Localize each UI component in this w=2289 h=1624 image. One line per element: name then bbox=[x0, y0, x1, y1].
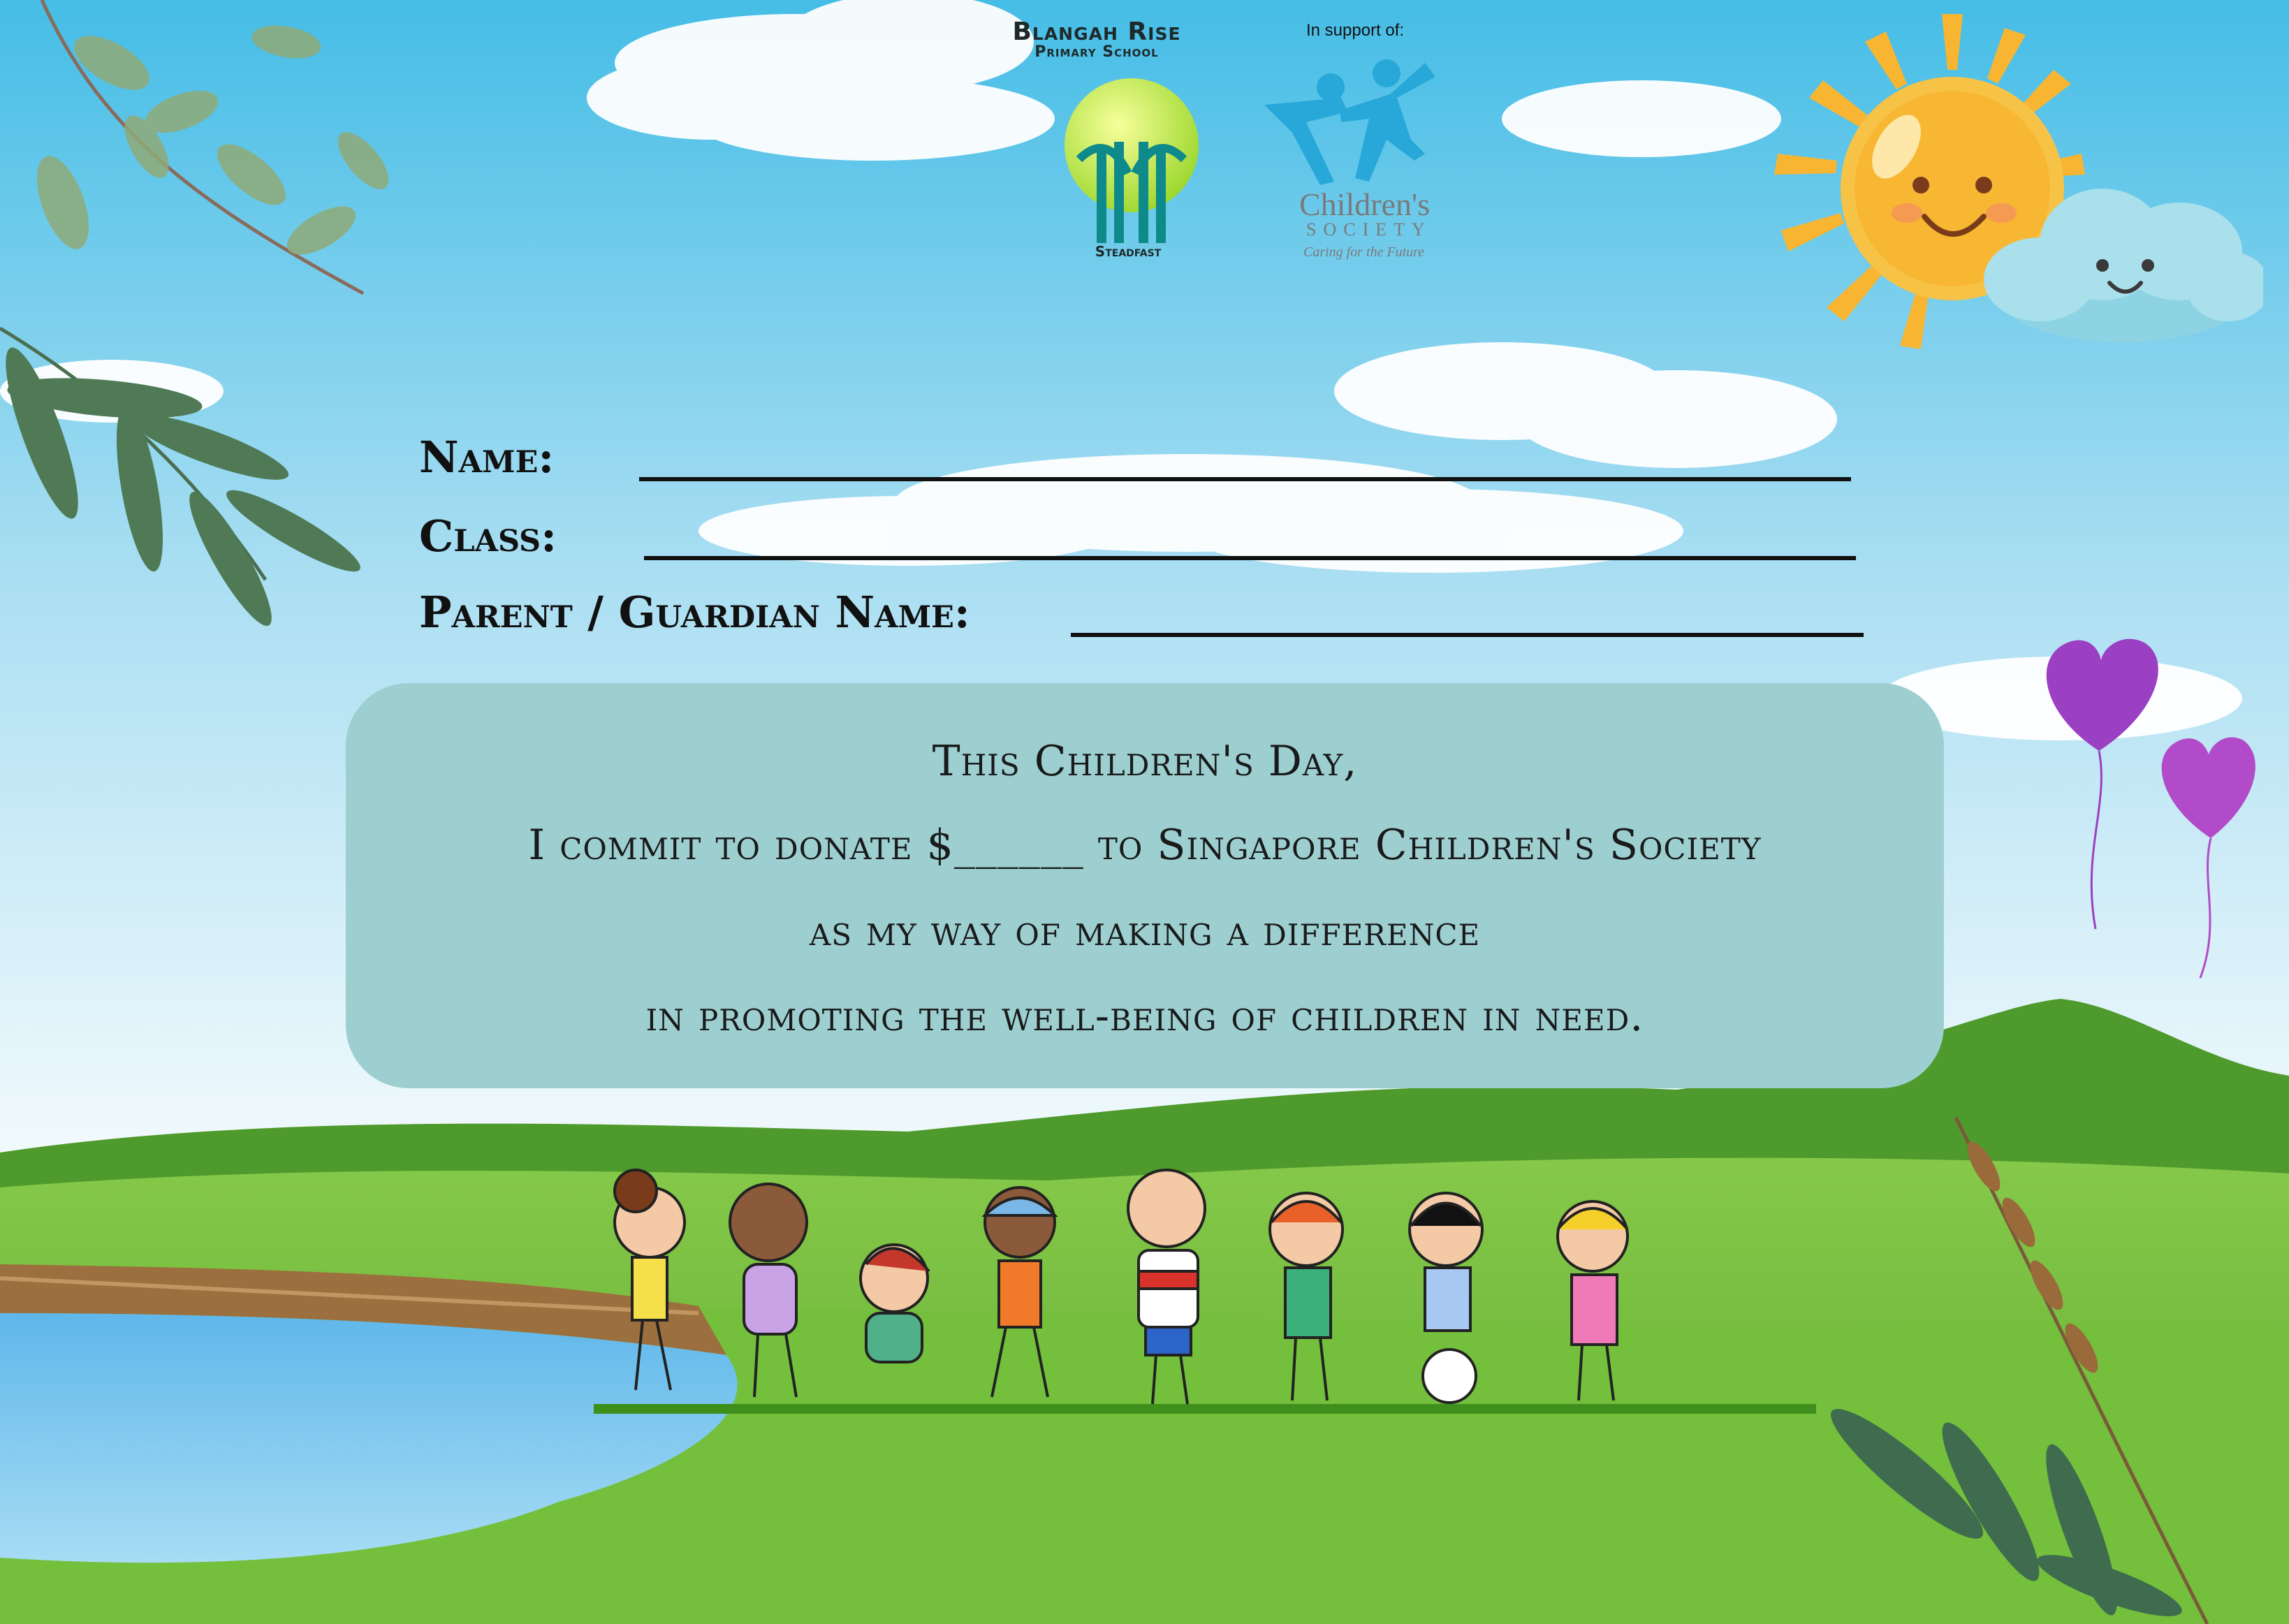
partner-society: SOCIETY bbox=[1306, 219, 1432, 240]
kids-illustration bbox=[613, 1169, 1629, 1405]
guardian-field-line[interactable] bbox=[1071, 633, 1864, 637]
school-crest-icon bbox=[1065, 78, 1199, 243]
pledge-line-4: in promoting the well-being of children … bbox=[645, 992, 1644, 1041]
school-motto: Steadfast bbox=[1095, 243, 1162, 260]
class-field-line[interactable] bbox=[644, 556, 1856, 560]
pledge-card: Blangah Rise Primary School Steadfast In… bbox=[0, 0, 2289, 1624]
heart-balloon-icon bbox=[2046, 638, 2255, 979]
support-label: In support of: bbox=[1306, 21, 1405, 40]
partner-tagline: Caring for the Future bbox=[1303, 244, 1425, 260]
pledge-line-3: as my way of making a difference bbox=[809, 907, 1481, 956]
pledge-line-2: I commit to donate $______ to Singapore … bbox=[528, 821, 1762, 870]
class-label: Class: bbox=[419, 511, 557, 562]
school-name: Blangah Rise Primary School bbox=[964, 20, 1229, 60]
guardian-label: Parent / Guardian Name: bbox=[419, 587, 970, 638]
school-name-line1: Blangah Rise bbox=[1012, 17, 1181, 46]
name-label: Name: bbox=[419, 432, 555, 483]
leaf-branch-icon bbox=[0, 0, 389, 627]
name-field-line[interactable] bbox=[639, 477, 1851, 481]
sun-icon bbox=[1774, 14, 2263, 349]
leaf-branch-icon bbox=[1831, 1116, 2209, 1624]
childrens-society-logo-icon bbox=[1264, 59, 1435, 185]
pledge-line-1: This Children's Day, bbox=[932, 737, 1358, 786]
partner-name: Children's bbox=[1299, 186, 1431, 222]
school-name-line2: Primary School bbox=[1034, 43, 1159, 61]
